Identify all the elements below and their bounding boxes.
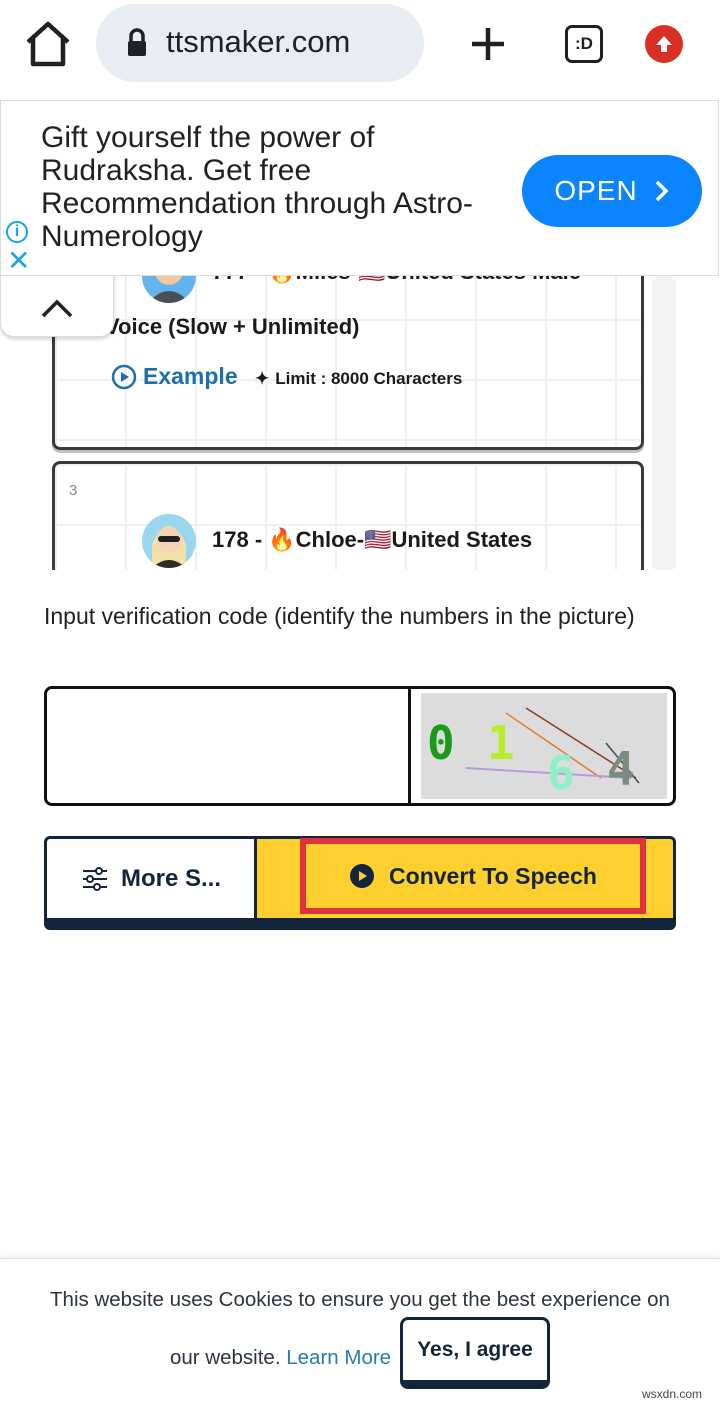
convert-to-speech-button[interactable]: Convert To Speech — [300, 838, 646, 914]
url-text[interactable]: ttsmaker.com — [166, 24, 350, 60]
example-link[interactable]: Example — [111, 363, 238, 390]
voice-list-scrollbar[interactable] — [652, 276, 676, 570]
ad-text[interactable]: Gift yourself the power of Rudraksha. Ge… — [41, 121, 491, 253]
voice-card[interactable]: 777 - 🔥Miles-🇺🇸United States Male Voice … — [52, 276, 644, 450]
chevron-up-icon — [41, 299, 73, 318]
voice-title-line1: 777 - 🔥Miles-🇺🇸United States Male — [212, 276, 581, 285]
tab-switcher-button[interactable]: :D — [565, 25, 603, 63]
avatar — [142, 276, 196, 303]
captcha-digit: 4 — [607, 742, 635, 796]
play-circle-icon — [111, 364, 137, 389]
update-arrow-icon[interactable] — [645, 25, 683, 63]
browser-toolbar: ttsmaker.com :D — [0, 0, 720, 96]
sliders-icon — [82, 866, 107, 891]
info-icon[interactable]: i — [6, 221, 28, 243]
chevron-right-icon — [655, 180, 669, 202]
limit-label: Limit : 8000 Characters — [275, 369, 463, 388]
action-button-row: More S... Convert To Speech — [44, 836, 676, 930]
sparkle-icon: ✦ — [255, 369, 270, 388]
collapse-ad-button[interactable] — [0, 270, 114, 337]
captcha-digit: 0 — [427, 716, 455, 770]
voice-list[interactable]: 777 - 🔥Miles-🇺🇸United States Male Voice … — [40, 276, 680, 570]
ad-banner[interactable]: Gift yourself the power of Rudraksha. Ge… — [0, 100, 719, 276]
learn-more-link[interactable]: Learn More — [286, 1346, 391, 1369]
verification-label: Input verification code (identify the nu… — [44, 603, 635, 629]
home-icon[interactable] — [22, 20, 74, 68]
verification-code-input[interactable] — [47, 689, 411, 803]
limit-info: ✦ Limit : 8000 Characters — [255, 369, 462, 389]
cookie-agree-button[interactable]: Yes, I agree — [400, 1317, 550, 1389]
captcha-digit: 6 — [547, 746, 575, 799]
cookie-text-end: our website. — [170, 1346, 281, 1369]
new-tab-icon[interactable] — [466, 22, 510, 66]
example-label: Example — [143, 363, 238, 389]
close-icon[interactable]: ✕ — [7, 247, 30, 275]
more-settings-label: More S... — [120, 864, 222, 892]
voice-card[interactable]: 3 178 - 🔥Chloe-🇺🇸United States — [52, 461, 644, 570]
ad-open-label: OPEN — [554, 175, 638, 206]
watermark: wsxdn.com — [642, 1387, 703, 1401]
captcha-image[interactable]: 0 1 6 4 — [421, 693, 667, 800]
verification-box: 0 1 6 4 — [44, 686, 676, 806]
play-circle-icon — [350, 864, 375, 888]
avatar — [142, 514, 196, 568]
cookie-text: This website uses Cookies to ensure you … — [50, 1288, 670, 1311]
cookie-text-line2: our website. Learn More — [170, 1346, 391, 1370]
cookie-banner: This website uses Cookies to ensure you … — [0, 1258, 720, 1412]
voice-title-line1: 178 - 🔥Chloe-🇺🇸United States — [212, 527, 533, 552]
captcha-digit: 1 — [487, 716, 515, 770]
voice-title-line2: Voice (Slow + Unlimited) — [105, 314, 360, 339]
convert-label: Convert To Speech — [389, 862, 597, 889]
voice-index: 3 — [69, 482, 78, 499]
more-settings-button[interactable]: More S... — [44, 836, 258, 930]
ad-open-button[interactable]: OPEN — [522, 155, 702, 227]
lock-icon — [126, 28, 148, 58]
